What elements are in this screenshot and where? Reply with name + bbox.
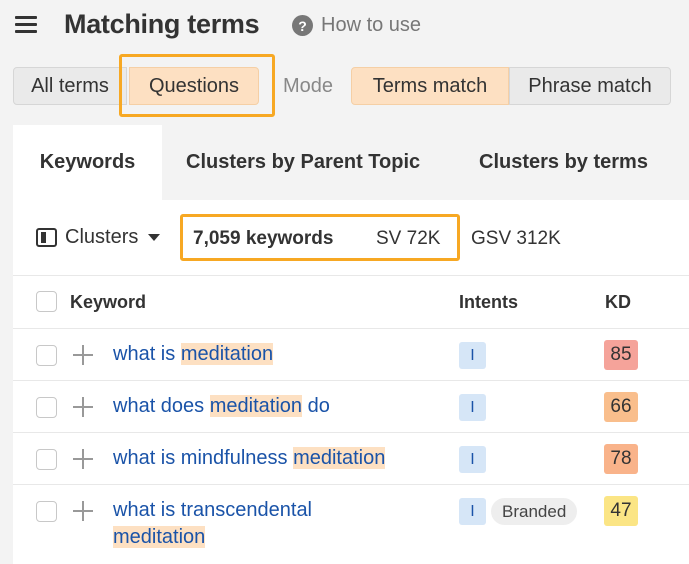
add-keyword-plus-icon[interactable] [72,500,94,522]
intent-informational-badge: I [459,498,486,525]
terms-match-button[interactable]: Terms match [351,67,509,105]
header: Matching terms ? How to use [0,0,689,52]
intent-informational-badge: I [459,342,486,369]
keyword-match-highlight: meditation [113,526,206,548]
clusters-dropdown[interactable]: Clusters [36,226,161,249]
phrase-match-button[interactable]: Phrase match [509,67,671,105]
help-icon: ? [292,15,313,36]
summary-bar: Clusters 7,059 keywords SV 72K GSV 312K [13,200,689,276]
search-volume: SV 72K [376,228,441,249]
tab-bar: Keywords Clusters by Parent Topic Cluste… [13,125,689,200]
add-keyword-plus-icon[interactable] [72,396,94,418]
how-to-use-link[interactable]: ? How to use [292,14,421,37]
keyword-match-highlight: meditation [180,343,274,365]
table-row: what does meditation do I 66 [13,381,689,433]
row-checkbox[interactable] [36,449,57,470]
row-checkbox[interactable] [36,397,57,418]
tab-clusters-by-parent-topic[interactable]: Clusters by Parent Topic [186,125,420,200]
hamburger-menu-icon[interactable] [15,16,37,34]
tab-clusters-by-terms[interactable]: Clusters by terms [479,125,648,200]
keyword-link[interactable]: what is transcendental meditation [113,497,353,551]
keyword-link[interactable]: what does meditation do [113,393,413,420]
page-title: Matching terms [64,9,260,39]
keyword-text: do [302,395,330,417]
kd-column-header[interactable]: KD [605,292,631,313]
branded-badge: Branded [491,498,578,525]
table-row: what is transcendental meditation I Bran… [13,485,689,564]
row-checkbox[interactable] [36,501,57,522]
keyword-text: what is [113,343,181,365]
mode-label: Mode [283,75,334,97]
select-all-checkbox[interactable] [36,291,57,312]
global-search-volume: GSV 312K [471,228,561,249]
keyword-match-highlight: meditation [209,395,303,417]
how-to-use-label: How to use [321,14,422,36]
intents-column-header[interactable]: Intents [459,292,518,313]
kd-badge: 85 [604,340,638,370]
questions-button[interactable]: Questions [129,67,259,105]
table-row: what is meditation I 85 [13,329,689,381]
row-checkbox[interactable] [36,345,57,366]
filter-row: All terms Questions Mode Terms match Phr… [13,54,683,117]
clusters-book-icon [36,228,57,247]
add-keyword-plus-icon[interactable] [72,344,94,366]
kd-badge: 66 [604,392,638,422]
tab-keywords[interactable]: Keywords [13,125,162,200]
kd-badge: 78 [604,444,638,474]
clusters-label: Clusters [65,226,139,248]
keyword-match-highlight: meditation [293,447,386,469]
all-terms-button[interactable]: All terms [13,67,127,105]
intent-informational-badge: I [459,446,486,473]
keyword-text: what does [113,395,210,417]
kd-badge: 47 [604,496,638,526]
keywords-count: 7,059 keywords [193,228,334,249]
table-row: what is mindfulness meditation I 78 [13,433,689,485]
results-panel: Keywords Clusters by Parent Topic Cluste… [13,125,689,564]
add-keyword-plus-icon[interactable] [72,448,94,470]
intent-informational-badge: I [459,394,486,421]
keyword-link[interactable]: what is mindfulness meditation [113,445,413,472]
keyword-text: what is mindfulness [113,447,294,469]
table-header: Keyword Intents KD [13,277,689,329]
keyword-column-header[interactable]: Keyword [70,292,146,313]
keyword-text: what is transcendental [113,499,313,521]
keyword-link[interactable]: what is meditation [113,341,413,368]
chevron-down-icon [148,234,161,241]
